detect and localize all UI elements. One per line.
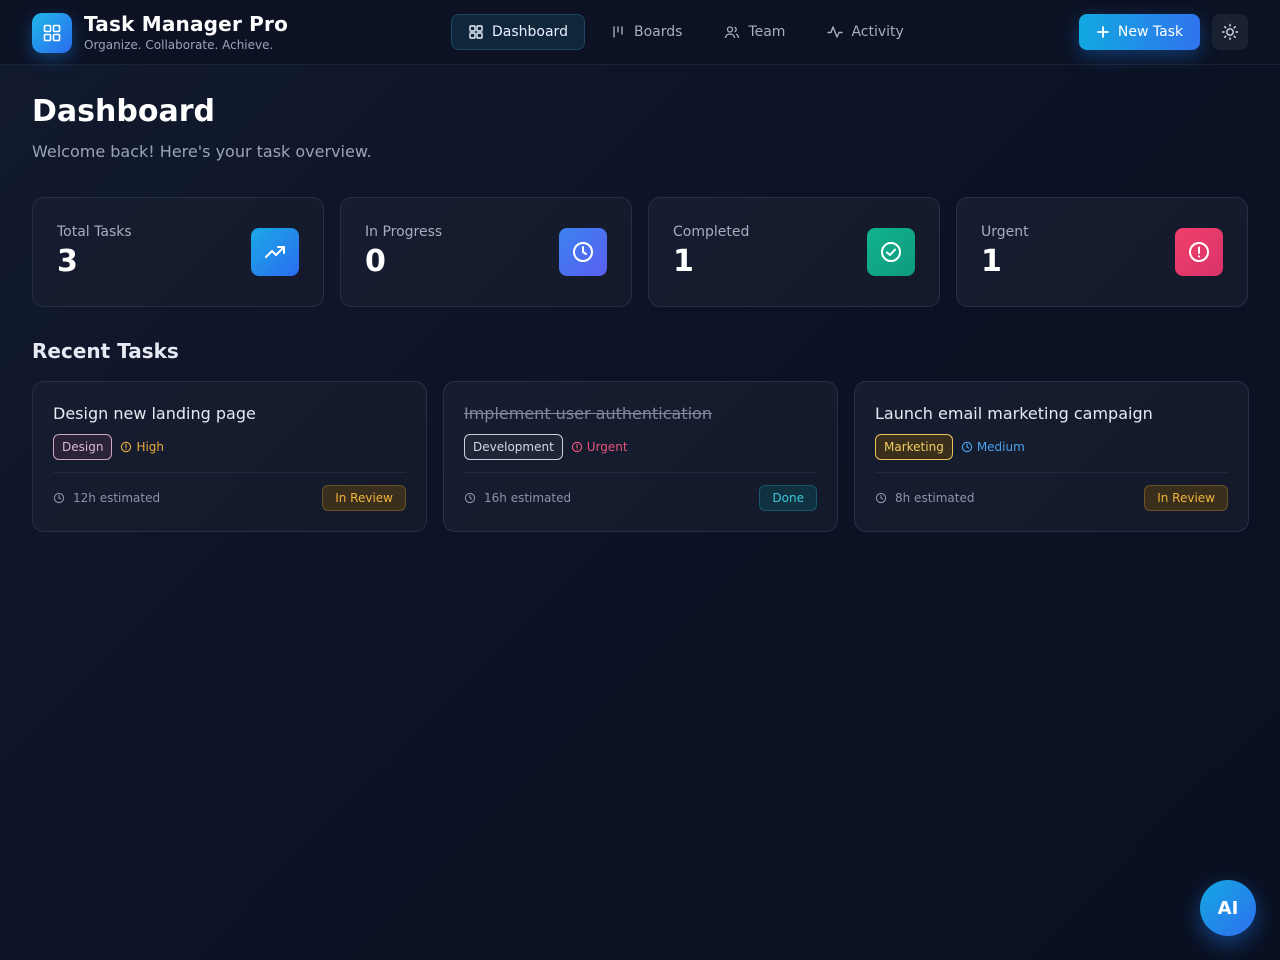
task-card[interactable]: Launch email marketing campaign Marketin… <box>854 381 1249 532</box>
stat-label: Urgent <box>981 224 1029 240</box>
recent-tasks-list: Design new landing page Design High 12h … <box>32 381 1249 532</box>
users-icon <box>725 26 740 39</box>
stat-card-urgent: Urgent 1 <box>956 197 1248 307</box>
task-card[interactable]: Implement user authentication Developmen… <box>443 381 838 532</box>
nav-label-dashboard: Dashboard <box>492 24 568 40</box>
nav-item-dashboard[interactable]: Dashboard <box>451 14 585 50</box>
priority-label: Urgent <box>586 440 628 454</box>
task-title: Launch email marketing campaign <box>875 404 1153 423</box>
nav-item-boards[interactable]: Boards <box>593 14 699 50</box>
divider <box>875 472 1228 473</box>
clock-icon <box>53 492 65 504</box>
status-badge: Done <box>759 485 817 511</box>
page-title: Dashboard <box>32 94 215 129</box>
columns-icon <box>613 26 623 38</box>
clock-icon <box>559 228 607 276</box>
priority-label: High <box>136 440 165 454</box>
stats-row: Total Tasks 3 In Progress 0 Completed 1 … <box>32 197 1248 307</box>
grid-icon <box>469 25 483 39</box>
task-card[interactable]: Design new landing page Design High 12h … <box>32 381 427 532</box>
alert-circle-icon <box>571 441 582 453</box>
ai-assistant-button[interactable]: AI <box>1200 880 1256 936</box>
stat-label: Total Tasks <box>57 224 132 240</box>
stat-value: 1 <box>673 244 694 279</box>
nav-label-team: Team <box>748 24 786 40</box>
divider <box>53 472 406 473</box>
page-subtitle: Welcome back! Here's your task overview. <box>32 142 372 161</box>
time-estimate: 16h estimated <box>464 491 571 505</box>
plus-icon <box>1096 26 1109 38</box>
top-header: Task Manager Pro Organize. Collaborate. … <box>0 0 1280 65</box>
nav-label-activity: Activity <box>851 24 904 40</box>
main-nav: Dashboard Boards Team Activity <box>451 14 929 50</box>
check-circle-icon <box>867 228 915 276</box>
clock-icon <box>961 441 973 453</box>
status-badge: In Review <box>322 485 406 511</box>
task-title: Implement user authentication <box>464 404 712 423</box>
estimate-label: 16h estimated <box>484 491 572 505</box>
priority-indicator: High <box>120 440 164 454</box>
nav-item-activity[interactable]: Activity <box>810 14 920 50</box>
trending-up-icon <box>251 228 299 276</box>
priority-indicator: Medium <box>961 440 1025 454</box>
clock-icon <box>464 492 476 504</box>
nav-label-boards: Boards <box>633 24 683 40</box>
app-tagline: Organize. Collaborate. Achieve. <box>84 38 274 52</box>
stat-value: 1 <box>981 244 1002 279</box>
new-task-button[interactable]: New Task <box>1079 14 1200 50</box>
theme-toggle-button[interactable] <box>1212 14 1248 50</box>
app-title: Task Manager Pro <box>84 12 289 36</box>
grid-logo-icon <box>32 12 72 53</box>
alert-circle-icon <box>1175 228 1223 276</box>
time-estimate: 8h estimated <box>875 491 974 505</box>
new-task-label: New Task <box>1117 24 1184 40</box>
activity-icon <box>827 26 844 38</box>
stat-label: In Progress <box>365 224 443 240</box>
category-tag: Development <box>464 434 563 460</box>
estimate-label: 12h estimated <box>73 491 161 505</box>
stat-card-completed: Completed 1 <box>648 197 940 307</box>
clock-icon <box>875 492 887 504</box>
stat-value: 0 <box>365 244 386 279</box>
stat-card-in-progress: In Progress 0 <box>340 197 632 307</box>
category-tag: Marketing <box>875 434 953 460</box>
status-badge: In Review <box>1144 485 1228 511</box>
stat-card-total: Total Tasks 3 <box>32 197 324 307</box>
task-title: Design new landing page <box>53 404 256 423</box>
nav-item-team[interactable]: Team <box>707 14 802 50</box>
alert-circle-icon <box>121 441 132 453</box>
estimate-label: 8h estimated <box>895 491 975 505</box>
priority-label: Medium <box>976 440 1025 454</box>
category-tag: Design <box>53 434 113 460</box>
stat-label: Completed <box>673 224 750 240</box>
priority-indicator: Urgent <box>571 440 628 454</box>
time-estimate: 12h estimated <box>53 491 160 505</box>
divider <box>464 472 817 473</box>
recent-tasks-heading: Recent Tasks <box>32 339 179 363</box>
sun-icon <box>1221 23 1239 41</box>
stat-value: 3 <box>57 244 78 279</box>
brand[interactable]: Task Manager Pro Organize. Collaborate. … <box>32 12 288 53</box>
